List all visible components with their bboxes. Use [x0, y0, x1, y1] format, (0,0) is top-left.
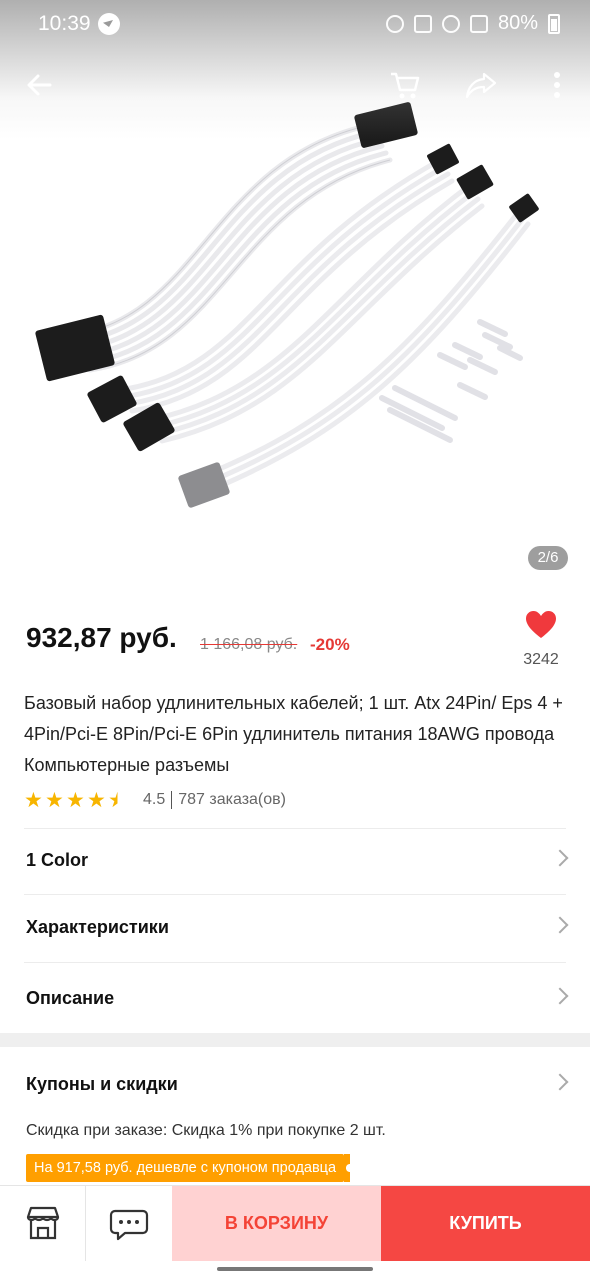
rating-stars: ★ ★ ★ ★ ★ — [24, 788, 127, 812]
star-icon: ★ — [24, 788, 43, 812]
order-discount-text: Скидка при заказе: Скидка 1% при покупке… — [26, 1122, 386, 1139]
product-image[interactable] — [0, 90, 590, 560]
add-to-cart-button[interactable]: В КОРЗИНУ — [172, 1186, 381, 1261]
star-icon: ★ — [87, 788, 106, 812]
price-current: 932,87 руб. — [26, 622, 177, 653]
rating-value: 4.5 — [143, 791, 166, 808]
chevron-right-icon — [551, 849, 569, 867]
chat-button[interactable] — [86, 1186, 172, 1261]
product-gallery[interactable]: 10:39 80% 2/6 — [0, 0, 590, 590]
description-row[interactable]: Описание — [0, 968, 590, 1032]
specs-row[interactable]: Характеристики — [0, 897, 590, 961]
price-row: 932,87 руб. 1 166,08 руб. -20% 3242 — [26, 611, 566, 672]
divider — [24, 828, 566, 829]
specs-label: Характеристики — [26, 917, 169, 937]
battery-icon — [548, 13, 560, 34]
telegram-icon — [98, 13, 120, 35]
signal-icon — [469, 14, 488, 33]
image-counter: 2/6 — [528, 546, 568, 570]
share-icon[interactable] — [464, 68, 498, 102]
mute-icon — [413, 14, 432, 33]
wishlist-button[interactable]: 3242 — [516, 610, 566, 669]
rating-row[interactable]: ★ ★ ★ ★ ★ 4.5 787 заказа(ов) — [24, 787, 286, 813]
product-title: Базовый набор удлинительных кабелей; 1 ш… — [24, 693, 563, 775]
star-icon: ★ — [45, 788, 64, 812]
home-indicator[interactable] — [217, 1267, 373, 1271]
buy-now-button[interactable]: КУПИТЬ — [381, 1186, 590, 1261]
color-label: 1 Color — [26, 850, 89, 870]
chevron-right-icon — [551, 916, 569, 934]
store-button[interactable] — [0, 1186, 86, 1261]
alarm-icon — [385, 14, 404, 33]
discount-badge: -20% — [310, 635, 350, 654]
battery-percent: 80% — [497, 12, 538, 34]
app-bar — [0, 60, 590, 110]
cart-icon[interactable] — [388, 68, 422, 102]
star-icon: ★ — [66, 788, 85, 812]
more-vertical-icon[interactable] — [540, 68, 574, 102]
status-bar: 10:39 80% — [0, 0, 590, 48]
half-star-icon: ★ — [108, 788, 127, 812]
coupons-row[interactable]: Купоны и скидки — [0, 1054, 590, 1118]
heart-icon[interactable] — [525, 610, 557, 640]
price-old: 1 166,08 руб. — [200, 636, 298, 653]
back-arrow-icon[interactable] — [22, 68, 56, 102]
section-separator — [0, 1033, 590, 1047]
seller-coupon-tag[interactable]: На 917,58 руб. дешевле с купоном продавц… — [26, 1154, 351, 1182]
bottom-action-bar: В КОРЗИНУ КУПИТЬ — [0, 1185, 590, 1261]
chevron-right-icon — [551, 987, 569, 1005]
store-icon — [26, 1206, 60, 1240]
orders-count: 787 заказа(ов) — [178, 791, 286, 808]
wishlist-count: 3242 — [523, 651, 559, 668]
divider — [24, 894, 566, 895]
wifi-icon — [441, 14, 460, 33]
divider — [24, 962, 566, 963]
chevron-right-icon — [551, 1073, 569, 1091]
chat-icon — [109, 1209, 149, 1241]
status-time: 10:39 — [38, 12, 91, 35]
divider — [171, 791, 173, 809]
coupons-label: Купоны и скидки — [26, 1074, 178, 1094]
description-label: Описание — [26, 988, 115, 1008]
color-selector-row[interactable]: 1 Color — [0, 830, 590, 894]
